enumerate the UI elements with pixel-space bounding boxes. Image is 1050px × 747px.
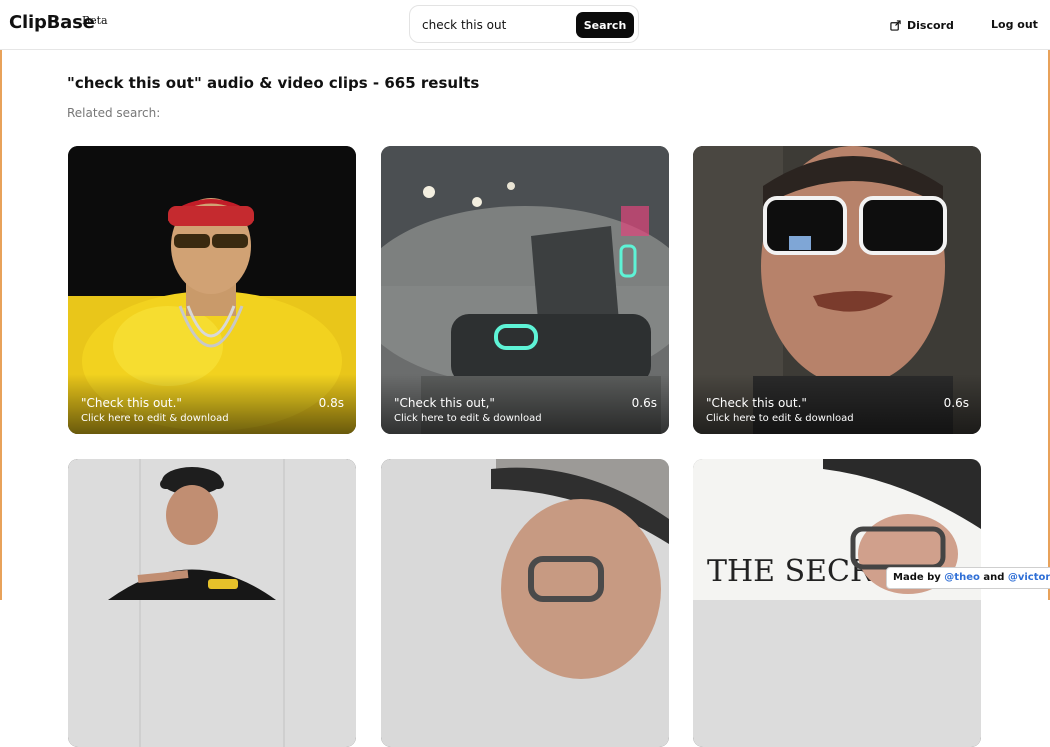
discord-label: Discord <box>907 18 954 32</box>
clip-quote: "Check this out." <box>81 396 182 410</box>
clip-thumbnail <box>68 459 356 747</box>
made-by-badge: Made by @theo and @victor <box>886 567 1050 589</box>
clip-card[interactable]: "Check this out." Click here to edit & d… <box>68 146 356 434</box>
search-button[interactable]: Search <box>576 12 634 38</box>
made-by-text: Made by <box>893 572 941 583</box>
beta-badge: Beta <box>82 14 108 27</box>
clip-card[interactable]: "Check this out." Click here to edit & d… <box>693 146 981 434</box>
related-search-label: Related search: <box>67 106 161 120</box>
clip-quote: "Check this out." <box>706 396 807 410</box>
svg-text:THE SECR: THE SECR <box>707 554 874 589</box>
window-edge-left <box>0 0 2 600</box>
clip-edit-download-link[interactable]: Click here to edit & download <box>394 413 542 424</box>
search-input[interactable] <box>422 15 572 35</box>
clip-duration: 0.6s <box>943 396 969 410</box>
top-header: ClipBase Beta Search Discord Log out <box>0 0 1050 50</box>
results-title: "check this out" audio & video clips - 6… <box>67 74 480 92</box>
clip-quote: "Check this out," <box>394 396 495 410</box>
search-box: Search <box>409 5 639 43</box>
and-text: and <box>983 572 1005 583</box>
clip-edit-download-link[interactable]: Click here to edit & download <box>81 413 229 424</box>
discord-link[interactable]: Discord <box>890 18 954 32</box>
clip-duration: 0.6s <box>631 396 657 410</box>
author-link-victor[interactable]: @victor <box>1008 572 1050 583</box>
clip-card[interactable] <box>68 459 356 747</box>
clip-duration: 0.8s <box>318 396 344 410</box>
clip-card[interactable] <box>381 459 669 747</box>
clip-thumbnail <box>381 459 669 747</box>
clip-card[interactable]: "Check this out," Click here to edit & d… <box>381 146 669 434</box>
clip-thumbnail: THE SECR <box>693 459 981 747</box>
clip-edit-download-link[interactable]: Click here to edit & download <box>706 413 854 424</box>
logout-link[interactable]: Log out <box>991 18 1038 31</box>
external-link-icon <box>890 19 901 31</box>
author-link-theo[interactable]: @theo <box>944 572 980 583</box>
clip-card[interactable]: THE SECR <box>693 459 981 747</box>
